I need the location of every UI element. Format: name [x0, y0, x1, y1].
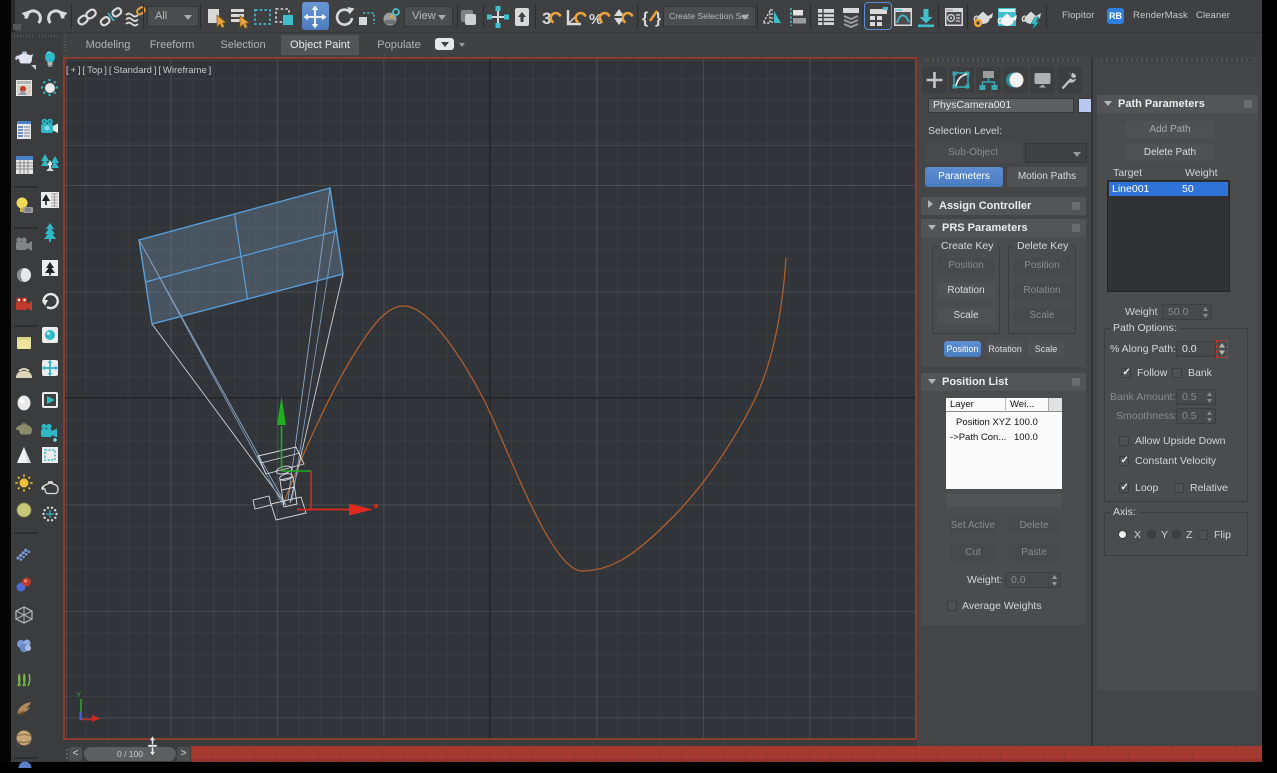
svg-text:{: { — [642, 10, 648, 27]
svg-text:Y: Y — [77, 692, 82, 699]
svg-text:O: O — [16, 743, 21, 749]
svg-text:HF: HF — [17, 712, 25, 718]
